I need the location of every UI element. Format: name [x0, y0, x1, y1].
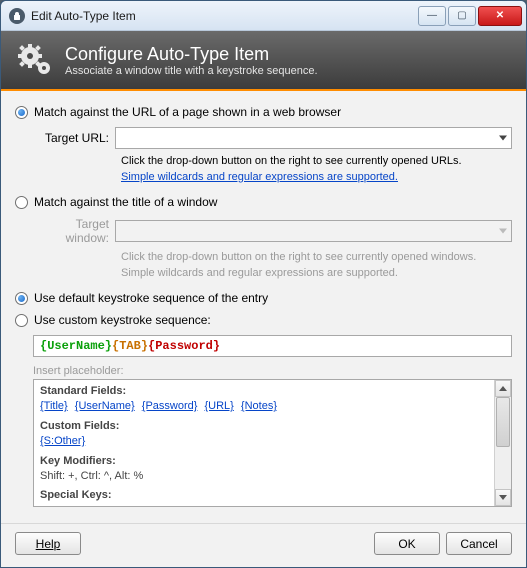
default-sequence-radio[interactable] [15, 292, 28, 305]
ph-link-url[interactable]: {URL} [205, 400, 234, 412]
chevron-down-icon [499, 229, 507, 234]
url-hint-1: Click the drop-down button on the right … [121, 155, 512, 167]
ph-link-username[interactable]: {UserName} [75, 400, 135, 412]
ph-link-notes[interactable]: {Notes} [241, 400, 277, 412]
target-url-label: Target URL: [33, 131, 115, 145]
chevron-down-icon [499, 136, 507, 141]
footer: Help OK Cancel [1, 523, 526, 567]
banner: Configure Auto-Type Item Associate a win… [1, 31, 526, 89]
ph-heading-special: Special Keys: [40, 488, 488, 503]
cancel-button[interactable]: Cancel [446, 532, 512, 555]
scroll-down-button[interactable] [495, 489, 511, 506]
insert-placeholder-label: Insert placeholder: [33, 365, 512, 377]
dialog-window: Edit Auto-Type Item — ▢ ✕ [0, 0, 527, 568]
ph-heading-custom: Custom Fields: [40, 419, 488, 434]
ph-heading-standard: Standard Fields: [40, 384, 488, 399]
ok-button[interactable]: OK [374, 532, 440, 555]
default-sequence-label[interactable]: Use default keystroke sequence of the en… [34, 291, 268, 305]
banner-title: Configure Auto-Type Item [65, 44, 318, 65]
lock-icon [9, 8, 25, 24]
placeholder-list: Standard Fields: {Title} {UserName} {Pas… [33, 379, 512, 507]
content-area: Match against the URL of a page shown in… [1, 91, 526, 523]
scroll-thumb[interactable] [496, 397, 510, 447]
target-window-combo [115, 220, 512, 242]
seq-token-password: {Password} [148, 339, 220, 353]
window-hint-1: Click the drop-down button on the right … [121, 251, 512, 263]
maximize-button[interactable]: ▢ [448, 6, 476, 26]
match-url-radio[interactable] [15, 106, 28, 119]
match-url-label[interactable]: Match against the URL of a page shown in… [34, 105, 341, 119]
ph-link-title[interactable]: {Title} [40, 400, 68, 412]
minimize-button[interactable]: — [418, 6, 446, 26]
target-url-combo[interactable] [115, 127, 512, 149]
help-button[interactable]: Help [15, 532, 81, 555]
sequence-input[interactable]: {UserName}{TAB}{Password} [33, 335, 512, 357]
window-title: Edit Auto-Type Item [31, 9, 418, 23]
custom-sequence-radio[interactable] [15, 314, 28, 327]
ph-link-password[interactable]: {Password} [142, 400, 198, 412]
custom-sequence-label[interactable]: Use custom keystroke sequence: [34, 313, 211, 327]
seq-token-username: {UserName} [40, 339, 112, 353]
close-button[interactable]: ✕ [478, 6, 522, 26]
match-window-label[interactable]: Match against the title of a window [34, 195, 217, 209]
window-hint-2: Simple wildcards and regular expressions… [121, 267, 512, 279]
match-window-radio[interactable] [15, 196, 28, 209]
gears-icon [15, 40, 55, 80]
ph-heading-modifiers: Key Modifiers: [40, 454, 488, 469]
target-window-label: Target window: [33, 217, 115, 245]
scroll-up-button[interactable] [495, 380, 511, 397]
wildcard-help-link[interactable]: Simple wildcards and regular expressions… [121, 171, 398, 183]
seq-token-tab: {TAB} [112, 339, 148, 353]
scroll-track[interactable] [495, 397, 511, 489]
ph-modifiers-text: Shift: +, Ctrl: ^, Alt: % [40, 469, 488, 484]
titlebar[interactable]: Edit Auto-Type Item — ▢ ✕ [1, 1, 526, 31]
banner-subtitle: Associate a window title with a keystrok… [65, 65, 318, 77]
ph-link-custom-other[interactable]: {S:Other} [40, 435, 85, 447]
scrollbar[interactable] [494, 380, 511, 506]
